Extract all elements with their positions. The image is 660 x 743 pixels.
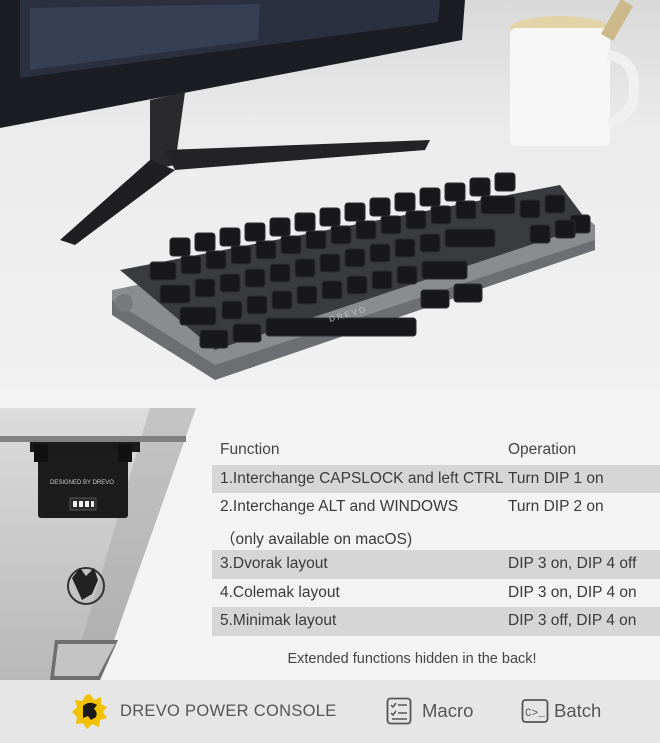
table-header: Function Operation: [212, 436, 660, 465]
keyboard-back-photo: DESIGNED BY DREVO: [0, 408, 196, 680]
svg-text:C>_: C>_: [525, 708, 545, 720]
function-cell: 3.Dvorak layout: [220, 555, 328, 572]
operation-cell: Turn DIP 1 on: [508, 469, 604, 487]
column-header-operation: Operation: [508, 441, 577, 458]
dip-switch-table: Function Operation 1.Interchange CAPSLOC…: [212, 436, 660, 636]
function-cell: 1.Interchange CAPSLOCK and left CTRL: [220, 469, 504, 487]
table-row: 5.Minimak layout DIP 3 off, DIP 4 on: [212, 607, 660, 636]
table-row: 3.Dvorak layout DIP 3 on, DIP 4 off: [212, 550, 660, 579]
macro-icon[interactable]: [386, 697, 412, 725]
table-row: （only available on macOS): [212, 522, 660, 551]
device-label: DESIGNED BY DREVO: [50, 480, 114, 486]
brand-label: DREVO POWER CONSOLE: [120, 702, 337, 720]
operation-cell: Turn DIP 2 on: [508, 498, 604, 515]
function-cell: 4.Colemak layout: [220, 583, 340, 601]
drevo-logo-icon: [71, 692, 109, 730]
operation-cell: DIP 3 off, DIP 4 on: [508, 612, 637, 629]
function-cell: 2.Interchange ALT and WINDOWS: [220, 498, 459, 515]
operation-cell: DIP 3 on, DIP 4 off: [508, 555, 637, 572]
keyboard-photo: D R E V O: [0, 0, 660, 388]
table-row: 4.Colemak layout DIP 3 on, DIP 4 on: [212, 579, 660, 608]
batch-terminal-icon[interactable]: C>_: [521, 697, 549, 725]
table-row: 1.Interchange CAPSLOCK and left CTRL Tur…: [212, 464, 660, 493]
function-cell: 5.Minimak layout: [220, 612, 337, 629]
extended-functions-note: Extended functions hidden in the back!: [287, 651, 537, 667]
operation-cell: DIP 3 on, DIP 4 on: [508, 583, 637, 601]
macro-label[interactable]: Macro: [422, 700, 473, 722]
batch-label[interactable]: Batch: [554, 700, 601, 722]
function-cell: （only available on macOS): [220, 530, 413, 548]
table-row: 2.Interchange ALT and WINDOWS Turn DIP 2…: [212, 493, 660, 522]
column-header-function: Function: [220, 441, 280, 458]
